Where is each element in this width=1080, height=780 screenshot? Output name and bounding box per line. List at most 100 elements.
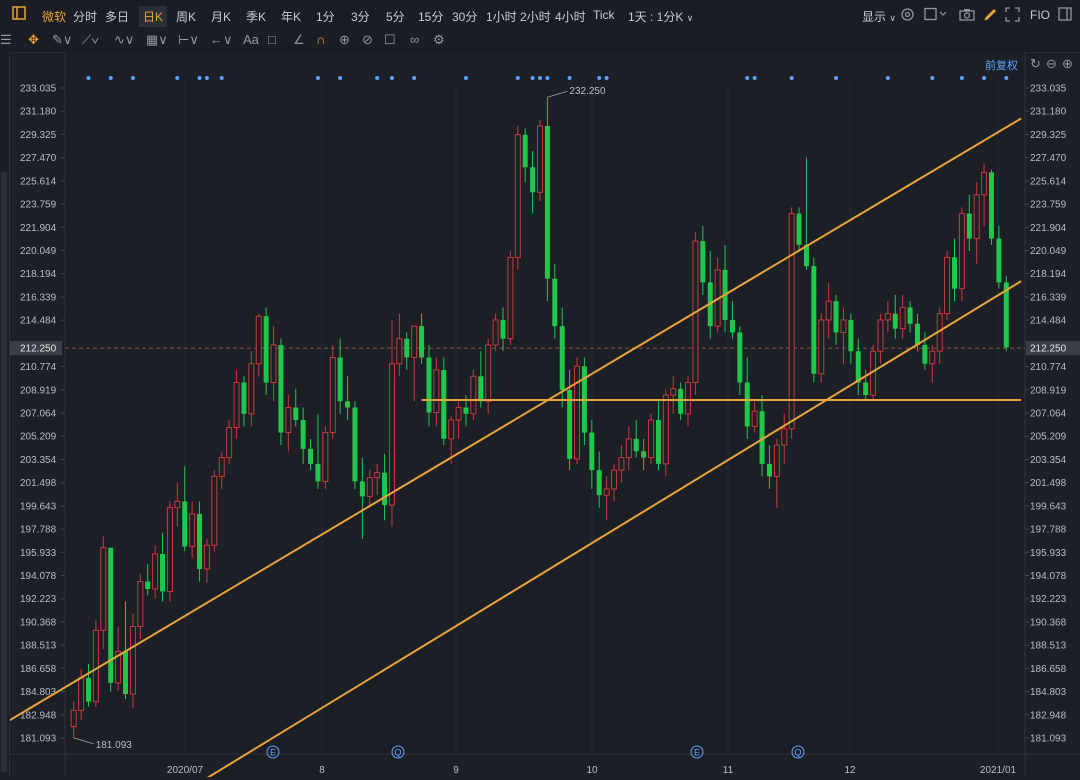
candle-body[interactable] — [958, 213, 965, 290]
candle-body[interactable] — [396, 338, 403, 365]
tab-tick[interactable]: Tick — [593, 8, 615, 22]
candle-body[interactable] — [189, 513, 196, 547]
candle-body[interactable] — [544, 125, 550, 279]
candle-body[interactable] — [633, 438, 639, 452]
candle-body[interactable] — [270, 344, 277, 384]
candle-body[interactable] — [618, 457, 625, 471]
event-dot[interactable] — [375, 76, 380, 80]
candle-body[interactable] — [203, 544, 210, 570]
menu-icon[interactable]: ☰ — [0, 32, 12, 48]
measure-tool-icon[interactable]: ⊢∨ — [178, 32, 199, 48]
candle-body[interactable] — [951, 257, 957, 289]
candle-body[interactable] — [455, 407, 462, 421]
candle-body[interactable] — [218, 457, 225, 477]
candle-body[interactable] — [263, 316, 269, 383]
candle-body[interactable] — [426, 357, 432, 413]
candle-body[interactable] — [662, 394, 669, 465]
draw-pencil-icon[interactable] — [983, 7, 998, 25]
event-dot[interactable] — [204, 76, 209, 80]
candle-body[interactable] — [92, 629, 99, 703]
candle-body[interactable] — [678, 388, 684, 414]
candle-body[interactable] — [811, 266, 817, 374]
candle-body[interactable] — [537, 125, 543, 193]
event-dot[interactable] — [130, 76, 135, 80]
event-dot[interactable] — [545, 76, 550, 80]
event-dot[interactable] — [86, 76, 91, 80]
candle-body[interactable] — [507, 256, 514, 340]
event-dot[interactable] — [1004, 76, 1009, 80]
candle-body[interactable] — [574, 365, 581, 460]
event-dot[interactable] — [219, 76, 224, 80]
candle-body[interactable] — [152, 553, 159, 590]
brush-tool-icon[interactable]: ✎∨ — [52, 32, 72, 48]
candle-body[interactable] — [996, 238, 1002, 283]
candle-body[interactable] — [788, 213, 795, 430]
camera-icon[interactable] — [959, 8, 975, 24]
candle-body[interactable] — [137, 580, 144, 628]
event-dot[interactable] — [752, 76, 757, 80]
candle-body[interactable] — [848, 319, 854, 352]
symbol-tab[interactable]: 微软 — [42, 8, 66, 25]
candle-body[interactable] — [182, 501, 188, 547]
candle-body[interactable] — [766, 463, 772, 477]
magnet-icon[interactable]: ∩ — [316, 32, 325, 47]
display-dropdown[interactable]: 显示 ∨ — [862, 8, 896, 25]
candle-body[interactable] — [855, 351, 861, 383]
candle-body[interactable] — [522, 134, 528, 168]
candle-body[interactable] — [500, 319, 506, 339]
settings-gear-icon[interactable] — [900, 7, 915, 25]
candle-body[interactable] — [884, 313, 891, 321]
candle-body[interactable] — [308, 448, 314, 464]
candle-body[interactable] — [966, 213, 972, 239]
candle-body[interactable] — [988, 172, 994, 239]
trash-icon[interactable]: ☐ — [384, 32, 396, 48]
candle-body[interactable] — [478, 376, 484, 402]
tab-daily[interactable]: 日K — [139, 6, 168, 27]
left-scrollbar[interactable] — [0, 52, 10, 777]
candle-body[interactable] — [907, 307, 913, 324]
candle-body[interactable] — [441, 370, 447, 439]
candle-body[interactable] — [670, 388, 677, 396]
candle-body[interactable] — [345, 401, 351, 408]
text-tool-icon[interactable]: Aa — [243, 32, 259, 47]
candle-body[interactable] — [796, 213, 802, 245]
candle-body[interactable] — [160, 553, 166, 592]
zoom-in-icon[interactable]: ⊕ — [1062, 56, 1073, 72]
event-dot[interactable] — [885, 76, 890, 80]
candle-body[interactable] — [278, 344, 284, 433]
candle-body[interactable] — [352, 407, 358, 482]
candle-body[interactable] — [211, 475, 218, 546]
candle-body[interactable] — [374, 472, 381, 479]
candle-body[interactable] — [78, 677, 85, 711]
candle-body[interactable] — [648, 419, 655, 459]
fib-tool-icon[interactable]: ▦∨ — [146, 32, 168, 48]
reset-icon[interactable]: ↻ — [1030, 56, 1041, 72]
candle-body[interactable] — [388, 363, 395, 506]
candle-body[interactable] — [492, 319, 499, 346]
candle-body[interactable] — [641, 451, 647, 458]
candle-body[interactable] — [892, 313, 898, 329]
candle-body[interactable] — [840, 319, 847, 333]
candle-body[interactable] — [233, 382, 240, 429]
event-dot[interactable] — [515, 76, 520, 80]
event-dot[interactable] — [930, 76, 935, 80]
candle-body[interactable] — [833, 301, 839, 333]
fio-button[interactable]: FIO — [1030, 8, 1050, 22]
candle-body[interactable] — [241, 382, 247, 414]
tab-2hour[interactable]: 2小时 — [520, 8, 551, 25]
candle-body[interactable] — [944, 256, 951, 315]
candle-body[interactable] — [255, 315, 262, 365]
candle-body[interactable] — [329, 356, 336, 434]
candle-body[interactable] — [877, 319, 884, 352]
candle-body[interactable] — [448, 419, 455, 440]
candle-body[interactable] — [685, 382, 692, 415]
candle-body[interactable] — [818, 319, 825, 375]
tab-intraday[interactable]: 分时 — [73, 8, 97, 25]
candle-body[interactable] — [293, 407, 299, 421]
event-dot[interactable] — [745, 76, 750, 80]
candle-body[interactable] — [973, 194, 980, 240]
candle-body[interactable] — [145, 581, 151, 589]
candle-body[interactable] — [433, 369, 440, 414]
drawing-settings-icon[interactable]: ⚙ — [433, 32, 445, 48]
candle-body[interactable] — [411, 325, 418, 358]
